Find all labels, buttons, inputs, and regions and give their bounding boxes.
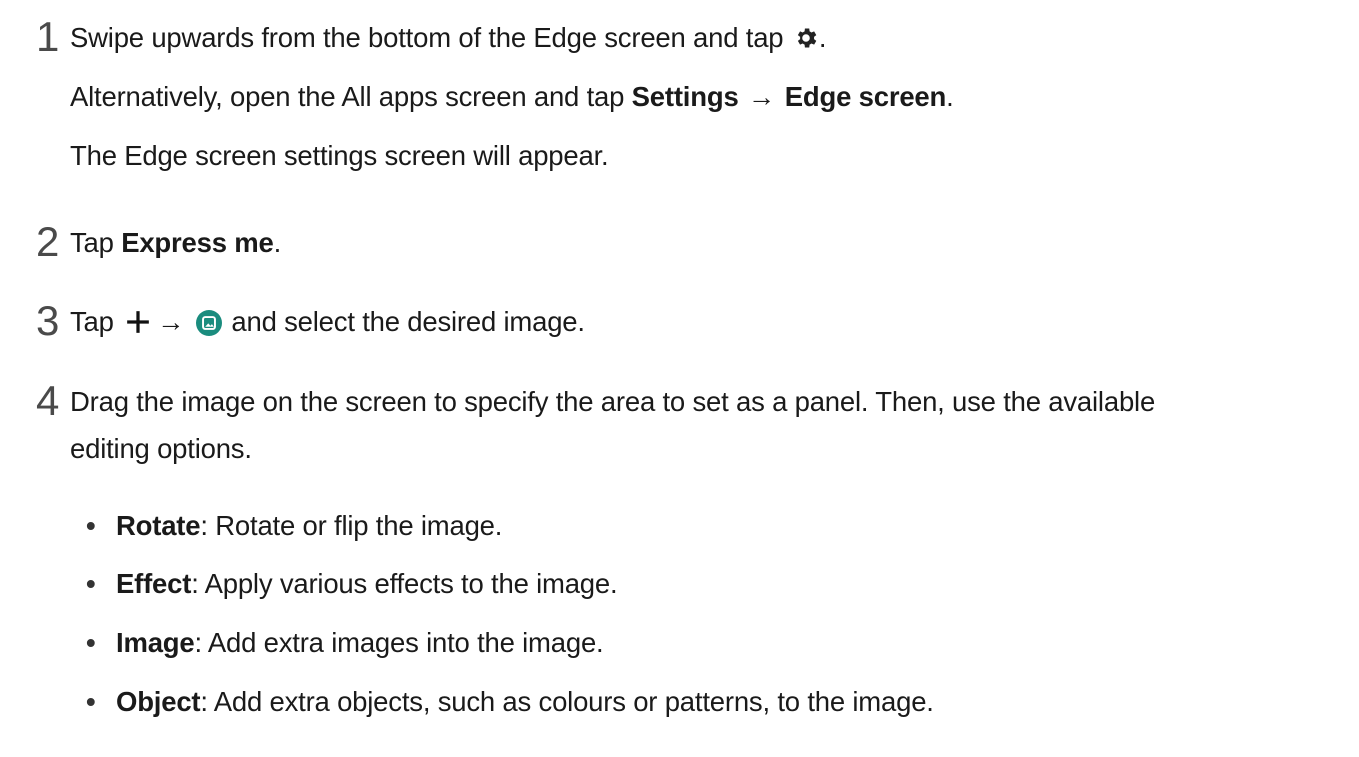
bullet: • [86,510,96,541]
step-text: . [946,81,954,112]
step-text: . [818,22,827,53]
option-name: Rotate [116,510,201,541]
option-name: Effect [116,568,192,599]
bullet: • [86,686,96,717]
step-3-text: Tap → and select the desired image. [70,304,585,340]
bullet: • [86,627,96,658]
step-text: Tap [70,306,122,337]
menu-path-edge-screen: Edge screen [784,81,947,112]
step-1-line-3: The Edge screen settings screen will app… [70,140,609,171]
option-list-item: • Rotate: Rotate or flip the image. [86,508,502,544]
step-text: Alternatively, open the All apps screen … [70,81,632,112]
step-1-line-1: Swipe upwards from the bottom of the Edg… [70,20,826,56]
step-text: Tap [70,227,122,258]
plus-icon [127,311,150,333]
step-number: 1 [36,13,60,60]
option-description: : Add extra images into the image. [194,627,604,658]
step-4-line-1: Drag the image on the screen to specify … [70,386,1156,417]
option-express-me: Express me [121,227,274,258]
step-number: 2 [36,218,60,265]
arrow: → [157,306,185,337]
option-list-item: • Image: Add extra images into the image. [86,625,604,661]
step-4-line-2: editing options. [70,433,252,464]
option-name: Object [116,686,201,717]
step-number: 3 [36,297,60,344]
option-list-item: • Effect: Apply various effects to the im… [86,566,618,602]
step-text: . [273,227,282,258]
menu-path-settings: Settings [631,81,739,112]
bullet: • [86,568,96,599]
step-1-line-2: Alternatively, open the All apps screen … [70,79,954,115]
step-number: 4 [36,377,60,424]
arrow: → [748,81,776,112]
step-text: and select the desired image. [223,306,585,337]
step-2-text: Tap Express me. [70,225,281,261]
option-list-item: • Object: Add extra objects, such as colo… [86,684,934,720]
option-description: : Apply various effects to the image. [191,568,618,599]
option-description: : Add extra objects, such as colours or … [200,686,934,717]
gear-icon [797,28,817,48]
option-name: Image [116,627,195,658]
gallery-icon [195,310,222,336]
step-text: Swipe upwards from the bottom of the Edg… [70,22,791,53]
option-description: : Rotate or flip the image. [200,510,503,541]
